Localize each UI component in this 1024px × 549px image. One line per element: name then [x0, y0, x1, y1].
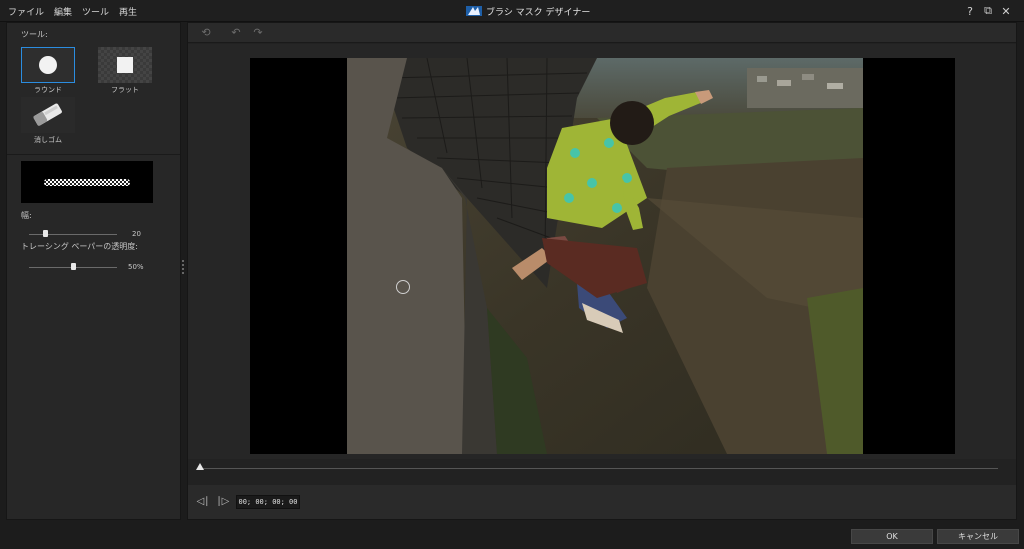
tool-panel: ツール: ラウンド フラット 消しゴム 幅: 20 トレーシング ペーパーの透明…: [6, 22, 181, 520]
previous-frame-icon[interactable]: ◁∣: [196, 495, 210, 509]
next-frame-icon[interactable]: ∣▷: [216, 495, 230, 509]
restore-icon[interactable]: ⧉: [980, 4, 996, 18]
dialog-footer: OK キャンセル: [0, 521, 1024, 549]
video-stage[interactable]: [250, 58, 955, 454]
playback-bar: ◁∣ ∣▷ 00; 00; 00; 00: [188, 485, 1016, 519]
timeline-playhead[interactable]: [196, 463, 204, 470]
width-value: 20: [132, 230, 141, 238]
close-icon[interactable]: ✕: [998, 5, 1014, 18]
cancel-button[interactable]: キャンセル: [937, 529, 1019, 544]
eraser-icon: [33, 103, 62, 126]
flat-brush-button[interactable]: [98, 47, 152, 83]
window-title: ブラシ マスク デザイナー: [486, 7, 591, 18]
eraser-label: 消しゴム: [34, 136, 62, 144]
menu-play[interactable]: 再生: [119, 5, 137, 18]
menu-file[interactable]: ファイル: [8, 5, 44, 18]
timeline-track[interactable]: [200, 468, 998, 469]
brush-stroke-preview: [44, 178, 130, 186]
brush-preview: [21, 161, 153, 203]
tools-label: ツール:: [21, 30, 48, 39]
app-title: ブラシ マスク デザイナー: [466, 0, 590, 22]
video-frame[interactable]: [347, 58, 863, 454]
opacity-slider-thumb[interactable]: [71, 263, 76, 270]
flat-brush-icon: [117, 57, 133, 73]
width-label: 幅:: [21, 211, 32, 220]
canvas-area[interactable]: [188, 44, 1016, 459]
title-bar: ファイル 編集 ツール 再生 ブラシ マスク デザイナー ? ⧉ ✕: [0, 0, 1024, 22]
ok-button[interactable]: OK: [851, 529, 933, 544]
photo-scene: [347, 58, 863, 454]
round-brush-label: ラウンド: [34, 86, 62, 94]
panel-divider: [7, 154, 180, 155]
panel-splitter[interactable]: [181, 260, 185, 274]
opacity-label: トレーシング ペーパーの透明度:: [21, 242, 138, 251]
brush-cursor: [396, 280, 410, 294]
editor-panel: ⟲ ↶ ↷ ◁∣ ∣▷ 00; 00; 00; 00: [187, 22, 1017, 520]
menu-tools[interactable]: ツール: [82, 5, 109, 18]
eraser-button[interactable]: [21, 97, 75, 133]
editor-toolbar: ⟲ ↶ ↷: [188, 23, 1016, 43]
timecode-display: 00; 00; 00; 00: [236, 495, 300, 509]
flat-brush-label: フラット: [111, 86, 139, 94]
app-logo-icon: [466, 6, 482, 16]
menu-edit[interactable]: 編集: [54, 5, 72, 18]
menu-bar: ファイル 編集 ツール 再生: [8, 0, 147, 22]
round-brush-icon: [39, 56, 57, 74]
opacity-value: 50%: [128, 263, 144, 271]
help-icon[interactable]: ?: [962, 5, 978, 18]
round-brush-button[interactable]: [21, 47, 75, 83]
reset-icon[interactable]: ⟲: [198, 26, 214, 40]
timeline[interactable]: [188, 459, 1016, 485]
redo-icon[interactable]: ↷: [250, 26, 266, 40]
window-controls: ? ⧉ ✕: [960, 0, 1014, 22]
width-slider-thumb[interactable]: [42, 230, 48, 237]
undo-icon[interactable]: ↶: [228, 26, 244, 40]
